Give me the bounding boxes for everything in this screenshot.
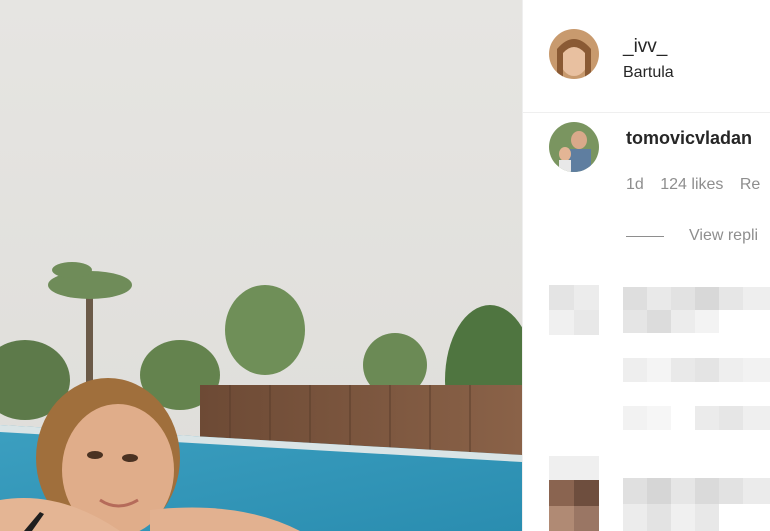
comment-username[interactable]: tomovicvladan [626, 128, 752, 149]
blurred-comment-text-2 [623, 478, 770, 531]
pool-scene-image [0, 0, 522, 531]
comment-time[interactable]: 1d [626, 176, 644, 193]
comment-meta: 1d 124 likes Re [626, 176, 770, 194]
blurred-comment-avatar-2 [549, 456, 599, 531]
post-photo[interactable] [0, 0, 522, 531]
blurred-comment-meta [623, 358, 770, 382]
author-avatar-icon[interactable] [549, 29, 599, 79]
blurred-comment-avatar [549, 285, 599, 335]
commenter-avatar-icon[interactable] [549, 122, 599, 172]
post-side-panel: _ivv_ Bartula tomovicvladan 1d 124 likes… [522, 0, 770, 531]
view-replies-button[interactable]: View repli [689, 227, 758, 245]
comment-likes[interactable]: 124 likes [660, 176, 723, 193]
comment-reply-button[interactable]: Re [740, 176, 760, 193]
post-author-username[interactable]: _ivv_ [623, 36, 667, 58]
header-divider [523, 112, 770, 113]
blurred-comment-text [623, 287, 770, 333]
blurred-view-replies [623, 406, 770, 430]
post-location[interactable]: Bartula [623, 64, 674, 82]
replies-line [626, 236, 664, 237]
